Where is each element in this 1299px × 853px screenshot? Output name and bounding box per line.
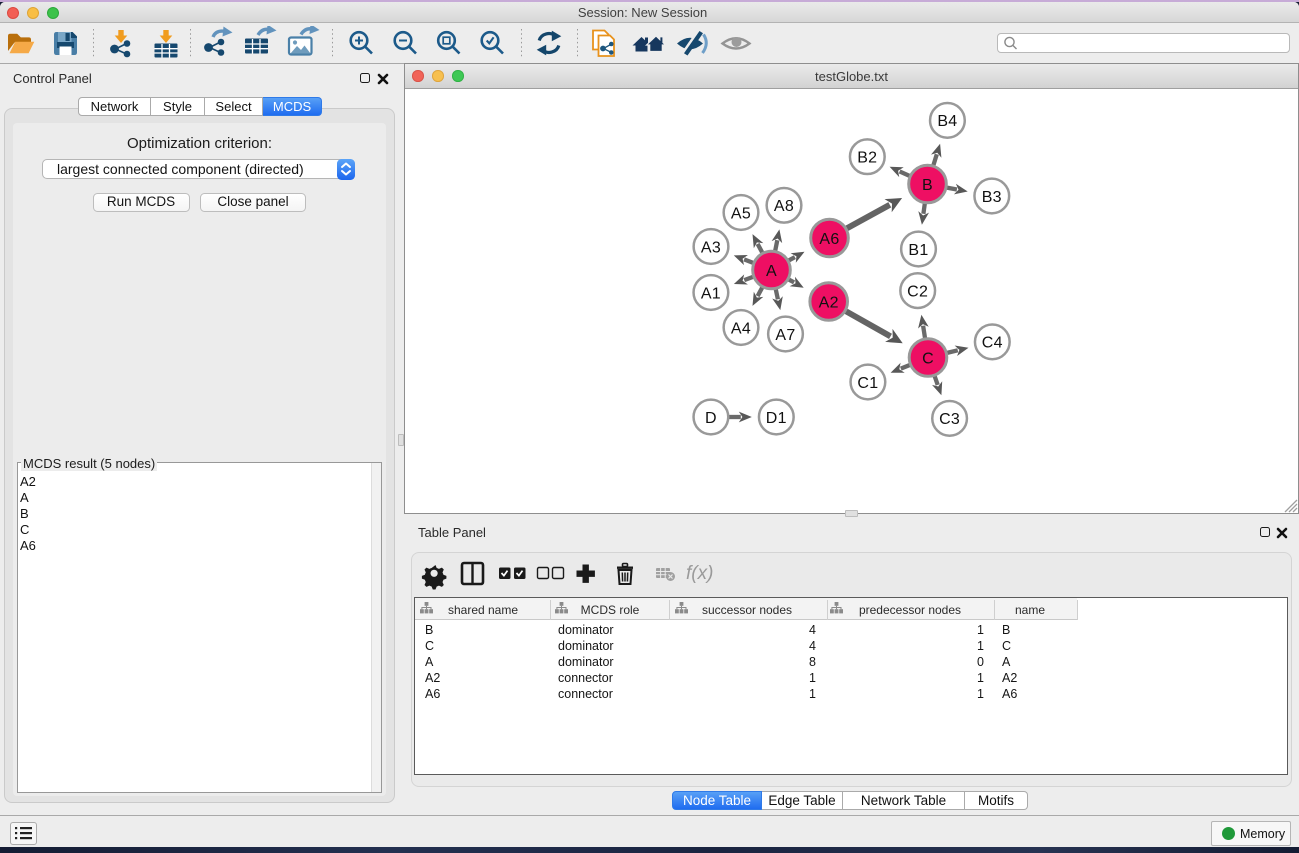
svg-text:C3: C3 <box>939 411 960 428</box>
svg-text:A6: A6 <box>819 231 839 248</box>
svg-text:A8: A8 <box>774 198 794 215</box>
svg-text:A1: A1 <box>701 285 721 302</box>
svg-text:A4: A4 <box>731 320 751 337</box>
svg-text:A: A <box>766 263 777 280</box>
svg-text:B: B <box>922 177 933 194</box>
svg-text:C: C <box>922 350 934 367</box>
svg-text:B2: B2 <box>857 150 877 167</box>
svg-text:f(x): f(x) <box>686 563 713 584</box>
svg-text:A5: A5 <box>731 205 751 222</box>
svg-text:C1: C1 <box>857 375 878 392</box>
svg-text:B3: B3 <box>982 189 1002 206</box>
svg-text:D1: D1 <box>766 410 787 427</box>
svg-text:B1: B1 <box>908 242 928 259</box>
svg-text:A2: A2 <box>819 294 839 311</box>
svg-text:A3: A3 <box>701 239 721 256</box>
svg-text:C4: C4 <box>982 335 1003 352</box>
svg-text:D: D <box>705 410 717 427</box>
svg-text:C2: C2 <box>907 283 928 300</box>
svg-text:B4: B4 <box>937 113 957 130</box>
svg-text:A7: A7 <box>775 327 795 344</box>
